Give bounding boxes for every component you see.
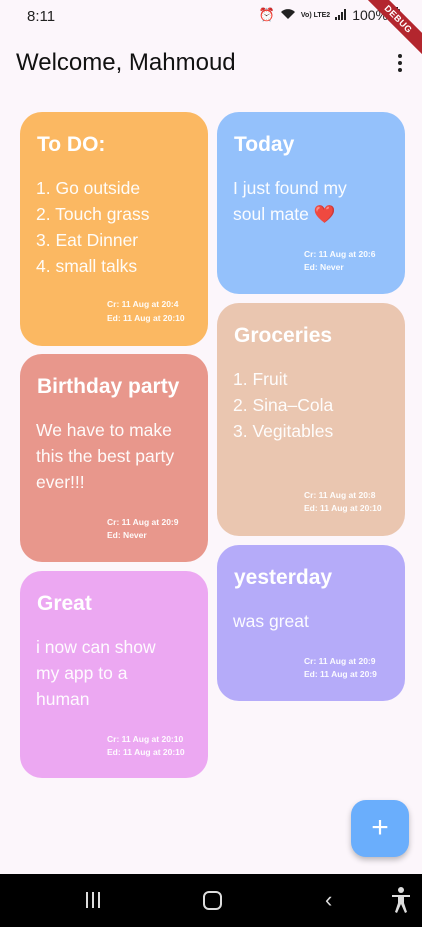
alarm-icon: ⏰: [258, 7, 275, 22]
note-card-yesterday[interactable]: yesterday was great Cr: 11 Aug at 20:9 E…: [217, 545, 405, 701]
note-card-birthday-party[interactable]: Birthday party We have to make this the …: [20, 354, 208, 562]
more-vert-icon: [398, 54, 402, 58]
accessibility-icon: [392, 887, 410, 913]
system-nav-bar: ‹: [0, 874, 422, 927]
note-created: Cr: 11 Aug at 20:8: [304, 490, 376, 500]
note-edited: Ed: Never: [107, 530, 147, 540]
note-edited: Ed: 11 Aug at 20:10: [304, 503, 382, 513]
app-bar: Welcome, Mahmoud: [0, 40, 422, 86]
more-vert-icon-dot: [398, 61, 402, 65]
note-edited: Ed: 11 Aug at 20:10: [107, 747, 185, 757]
more-vert-icon-dot: [398, 68, 402, 72]
recents-button[interactable]: [86, 892, 100, 908]
note-title: Groceries: [234, 324, 333, 347]
add-note-button[interactable]: +: [351, 800, 409, 857]
recents-icon-bar: [98, 892, 100, 908]
note-edited: Ed: 11 Aug at 20:10: [107, 313, 185, 323]
more-options-button[interactable]: [388, 50, 412, 76]
note-edited: Ed: 11 Aug at 20:9: [304, 669, 377, 679]
recents-icon: [86, 892, 88, 908]
note-card-groceries[interactable]: Groceries 1. Fruit 2. Sina–Cola 3. Vegit…: [217, 303, 405, 536]
note-title: To DO:: [37, 133, 106, 156]
status-bar: 8:11 ⏰ Vo) LTE2 100%: [0, 0, 422, 34]
note-body: was great: [233, 611, 309, 631]
note-title: yesterday: [234, 566, 333, 589]
note-title: Today: [234, 133, 295, 156]
volte-indicator: Vo) LTE2: [300, 11, 331, 19]
note-body: We have to make this the best party ever…: [36, 420, 175, 492]
note-title: Great: [37, 592, 92, 615]
plus-icon: +: [371, 811, 389, 844]
note-title: Birthday party: [37, 375, 180, 398]
note-created: Cr: 11 Aug at 20:4: [107, 299, 179, 309]
note-card-great[interactable]: Great i now can show my app to a human C…: [20, 571, 208, 778]
note-card-todo[interactable]: To DO: 1. Go outside 2. Touch grass 3. E…: [20, 112, 208, 346]
page-title: Welcome, Mahmoud: [16, 49, 236, 76]
note-created: Cr: 11 Aug at 20:10: [107, 734, 184, 744]
note-body: i now can show my app to a human: [36, 637, 156, 709]
note-body: 1. Go outside 2. Touch grass 3. Eat Dinn…: [36, 178, 150, 276]
note-body: I just found my soul mate ❤️: [233, 178, 347, 224]
home-button[interactable]: [203, 891, 222, 910]
accessibility-button[interactable]: [390, 886, 412, 914]
note-body: 1. Fruit 2. Sina–Cola 3. Vegitables: [233, 369, 334, 441]
back-button[interactable]: ‹: [325, 888, 332, 912]
signal-icon: [335, 8, 347, 23]
note-created: Cr: 11 Aug at 20:9: [304, 656, 376, 666]
recents-icon-bar: [92, 892, 94, 908]
note-card-today[interactable]: Today I just found my soul mate ❤️ Cr: 1…: [217, 112, 405, 294]
note-created: Cr: 11 Aug at 20:6: [304, 249, 376, 259]
note-edited: Ed: Never: [304, 262, 344, 272]
status-time: 8:11: [27, 8, 56, 25]
note-created: Cr: 11 Aug at 20:9: [107, 517, 179, 527]
wifi-icon: [280, 8, 296, 23]
